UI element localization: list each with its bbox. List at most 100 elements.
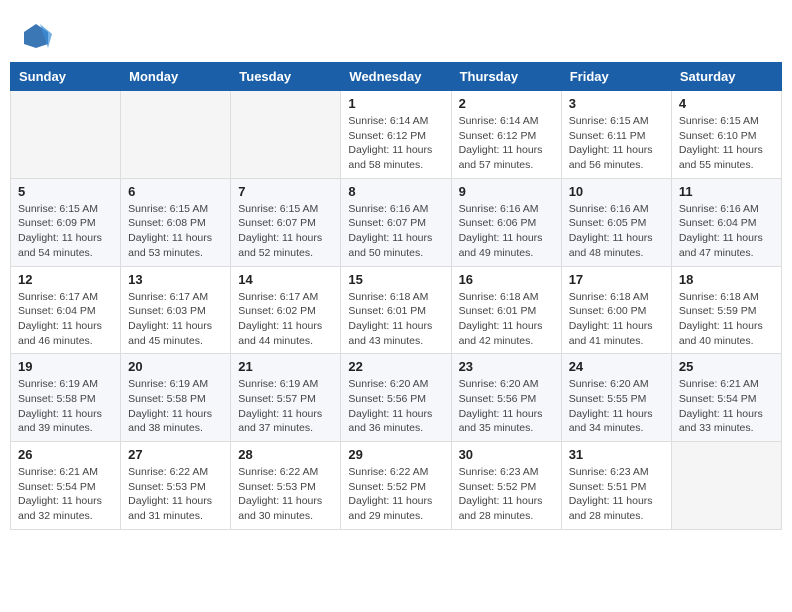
- day-number: 13: [128, 272, 223, 287]
- day-number: 28: [238, 447, 333, 462]
- day-number: 24: [569, 359, 664, 374]
- calendar-cell: [671, 442, 781, 530]
- calendar-cell: 9Sunrise: 6:16 AM Sunset: 6:06 PM Daylig…: [451, 178, 561, 266]
- calendar-cell: 13 Sunrise: 6:17 AM Sunset: 6:03 PM Dayli…: [121, 266, 231, 354]
- calendar-cell: 6 Sunrise: 6:15 AM Sunset: 6:08 PM Daylig…: [121, 178, 231, 266]
- calendar-week-row: 5 Sunrise: 6:15 AM Sunset: 6:09 PM Daylig…: [11, 178, 782, 266]
- calendar-cell: 31 Sunrise: 6:23 AM Sunset: 5:51 PM Dayli…: [561, 442, 671, 530]
- header-row: Sunday Monday Tuesday Wednesday Thursday…: [11, 63, 782, 91]
- day-info: Sunrise: 6:18 AM Sunset: 5:59 PM Dayligh…: [679, 290, 774, 349]
- day-info: Sunrise: 6:22 AM Sunset: 5:53 PM Dayligh…: [128, 465, 223, 524]
- calendar-cell: 16Sunrise: 6:18 AM Sunset: 6:01 PM Dayli…: [451, 266, 561, 354]
- day-number: 20: [128, 359, 223, 374]
- calendar-cell: 28 Sunrise: 6:22 AM Sunset: 5:53 PM Dayli…: [231, 442, 341, 530]
- calendar-cell: 18 Sunrise: 6:18 AM Sunset: 5:59 PM Dayli…: [671, 266, 781, 354]
- day-number: 10: [569, 184, 664, 199]
- calendar-table: Sunday Monday Tuesday Wednesday Thursday…: [10, 62, 782, 530]
- day-number: 16: [459, 272, 554, 287]
- day-number: 1: [348, 96, 443, 111]
- day-info: Sunrise: 6:14 AM Sunset: 6:12 PM Dayligh…: [348, 114, 443, 173]
- calendar-cell: 23 Sunrise: 6:20 AM Sunset: 5:56 PM Dayli…: [451, 354, 561, 442]
- calendar-cell: 12Sunrise: 6:17 AM Sunset: 6:04 PM Dayli…: [11, 266, 121, 354]
- page-header: [10, 10, 782, 57]
- col-wednesday: Wednesday: [341, 63, 451, 91]
- day-info: Sunrise: 6:15 AM Sunset: 6:08 PM Dayligh…: [128, 202, 223, 261]
- day-info: Sunrise: 6:15 AM Sunset: 6:09 PM Dayligh…: [18, 202, 113, 261]
- calendar-cell: 1 Sunrise: 6:14 AM Sunset: 6:12 PM Daylig…: [341, 91, 451, 179]
- day-info: Sunrise: 6:18 AM Sunset: 6:00 PM Dayligh…: [569, 290, 664, 349]
- day-number: 30: [459, 447, 554, 462]
- day-info: Sunrise: 6:23 AM Sunset: 5:52 PM Dayligh…: [459, 465, 554, 524]
- day-info: Sunrise: 6:18 AM Sunset: 6:01 PM Dayligh…: [348, 290, 443, 349]
- calendar-cell: 24 Sunrise: 6:20 AM Sunset: 5:55 PM Dayli…: [561, 354, 671, 442]
- day-info: Sunrise: 6:15 AM Sunset: 6:11 PM Dayligh…: [569, 114, 664, 173]
- calendar-cell: 20 Sunrise: 6:19 AM Sunset: 5:58 PM Dayli…: [121, 354, 231, 442]
- calendar-cell: 15 Sunrise: 6:18 AM Sunset: 6:01 PM Dayli…: [341, 266, 451, 354]
- calendar-cell: [231, 91, 341, 179]
- day-number: 29: [348, 447, 443, 462]
- calendar-cell: 30 Sunrise: 6:23 AM Sunset: 5:52 PM Dayli…: [451, 442, 561, 530]
- day-info: Sunrise: 6:16 AM Sunset: 6:06 PM Dayligh…: [459, 202, 554, 261]
- col-thursday: Thursday: [451, 63, 561, 91]
- calendar-cell: 22Sunrise: 6:20 AM Sunset: 5:56 PM Dayli…: [341, 354, 451, 442]
- day-info: Sunrise: 6:22 AM Sunset: 5:53 PM Dayligh…: [238, 465, 333, 524]
- day-info: Sunrise: 6:15 AM Sunset: 6:10 PM Dayligh…: [679, 114, 774, 173]
- calendar-cell: 26Sunrise: 6:21 AM Sunset: 5:54 PM Dayli…: [11, 442, 121, 530]
- col-tuesday: Tuesday: [231, 63, 341, 91]
- calendar-cell: 2Sunrise: 6:14 AM Sunset: 6:12 PM Daylig…: [451, 91, 561, 179]
- day-number: 14: [238, 272, 333, 287]
- day-info: Sunrise: 6:19 AM Sunset: 5:58 PM Dayligh…: [18, 377, 113, 436]
- day-number: 31: [569, 447, 664, 462]
- calendar-cell: 4 Sunrise: 6:15 AM Sunset: 6:10 PM Daylig…: [671, 91, 781, 179]
- day-info: Sunrise: 6:21 AM Sunset: 5:54 PM Dayligh…: [679, 377, 774, 436]
- day-number: 17: [569, 272, 664, 287]
- day-info: Sunrise: 6:15 AM Sunset: 6:07 PM Dayligh…: [238, 202, 333, 261]
- calendar-cell: 19 Sunrise: 6:19 AM Sunset: 5:58 PM Dayli…: [11, 354, 121, 442]
- col-sunday: Sunday: [11, 63, 121, 91]
- day-info: Sunrise: 6:16 AM Sunset: 6:04 PM Dayligh…: [679, 202, 774, 261]
- day-info: Sunrise: 6:16 AM Sunset: 6:07 PM Dayligh…: [348, 202, 443, 261]
- calendar-body: 1 Sunrise: 6:14 AM Sunset: 6:12 PM Daylig…: [11, 91, 782, 530]
- day-number: 5: [18, 184, 113, 199]
- day-number: 4: [679, 96, 774, 111]
- calendar-header: Sunday Monday Tuesday Wednesday Thursday…: [11, 63, 782, 91]
- day-info: Sunrise: 6:19 AM Sunset: 5:58 PM Dayligh…: [128, 377, 223, 436]
- calendar-cell: 11 Sunrise: 6:16 AM Sunset: 6:04 PM Dayli…: [671, 178, 781, 266]
- day-number: 19: [18, 359, 113, 374]
- day-number: 25: [679, 359, 774, 374]
- day-number: 21: [238, 359, 333, 374]
- calendar-cell: 3Sunrise: 6:15 AM Sunset: 6:11 PM Daylig…: [561, 91, 671, 179]
- calendar-cell: [11, 91, 121, 179]
- day-number: 8: [348, 184, 443, 199]
- day-number: 2: [459, 96, 554, 111]
- col-friday: Friday: [561, 63, 671, 91]
- day-info: Sunrise: 6:17 AM Sunset: 6:04 PM Dayligh…: [18, 290, 113, 349]
- day-number: 15: [348, 272, 443, 287]
- col-saturday: Saturday: [671, 63, 781, 91]
- day-info: Sunrise: 6:20 AM Sunset: 5:55 PM Dayligh…: [569, 377, 664, 436]
- day-info: Sunrise: 6:19 AM Sunset: 5:57 PM Dayligh…: [238, 377, 333, 436]
- day-number: 11: [679, 184, 774, 199]
- calendar-cell: 17 Sunrise: 6:18 AM Sunset: 6:00 PM Dayli…: [561, 266, 671, 354]
- col-monday: Monday: [121, 63, 231, 91]
- day-number: 6: [128, 184, 223, 199]
- day-number: 27: [128, 447, 223, 462]
- day-info: Sunrise: 6:20 AM Sunset: 5:56 PM Dayligh…: [348, 377, 443, 436]
- day-info: Sunrise: 6:17 AM Sunset: 6:02 PM Dayligh…: [238, 290, 333, 349]
- logo: [20, 20, 56, 52]
- day-number: 18: [679, 272, 774, 287]
- calendar-cell: 14 Sunrise: 6:17 AM Sunset: 6:02 PM Dayli…: [231, 266, 341, 354]
- calendar-cell: 5 Sunrise: 6:15 AM Sunset: 6:09 PM Daylig…: [11, 178, 121, 266]
- calendar-week-row: 19 Sunrise: 6:19 AM Sunset: 5:58 PM Dayli…: [11, 354, 782, 442]
- day-number: 26: [18, 447, 113, 462]
- day-info: Sunrise: 6:20 AM Sunset: 5:56 PM Dayligh…: [459, 377, 554, 436]
- day-info: Sunrise: 6:22 AM Sunset: 5:52 PM Dayligh…: [348, 465, 443, 524]
- day-info: Sunrise: 6:23 AM Sunset: 5:51 PM Dayligh…: [569, 465, 664, 524]
- day-info: Sunrise: 6:17 AM Sunset: 6:03 PM Dayligh…: [128, 290, 223, 349]
- logo-icon: [20, 20, 52, 52]
- calendar-week-row: 1 Sunrise: 6:14 AM Sunset: 6:12 PM Daylig…: [11, 91, 782, 179]
- calendar-cell: 7Sunrise: 6:15 AM Sunset: 6:07 PM Daylig…: [231, 178, 341, 266]
- calendar-week-row: 12Sunrise: 6:17 AM Sunset: 6:04 PM Dayli…: [11, 266, 782, 354]
- calendar-week-row: 26Sunrise: 6:21 AM Sunset: 5:54 PM Dayli…: [11, 442, 782, 530]
- day-number: 23: [459, 359, 554, 374]
